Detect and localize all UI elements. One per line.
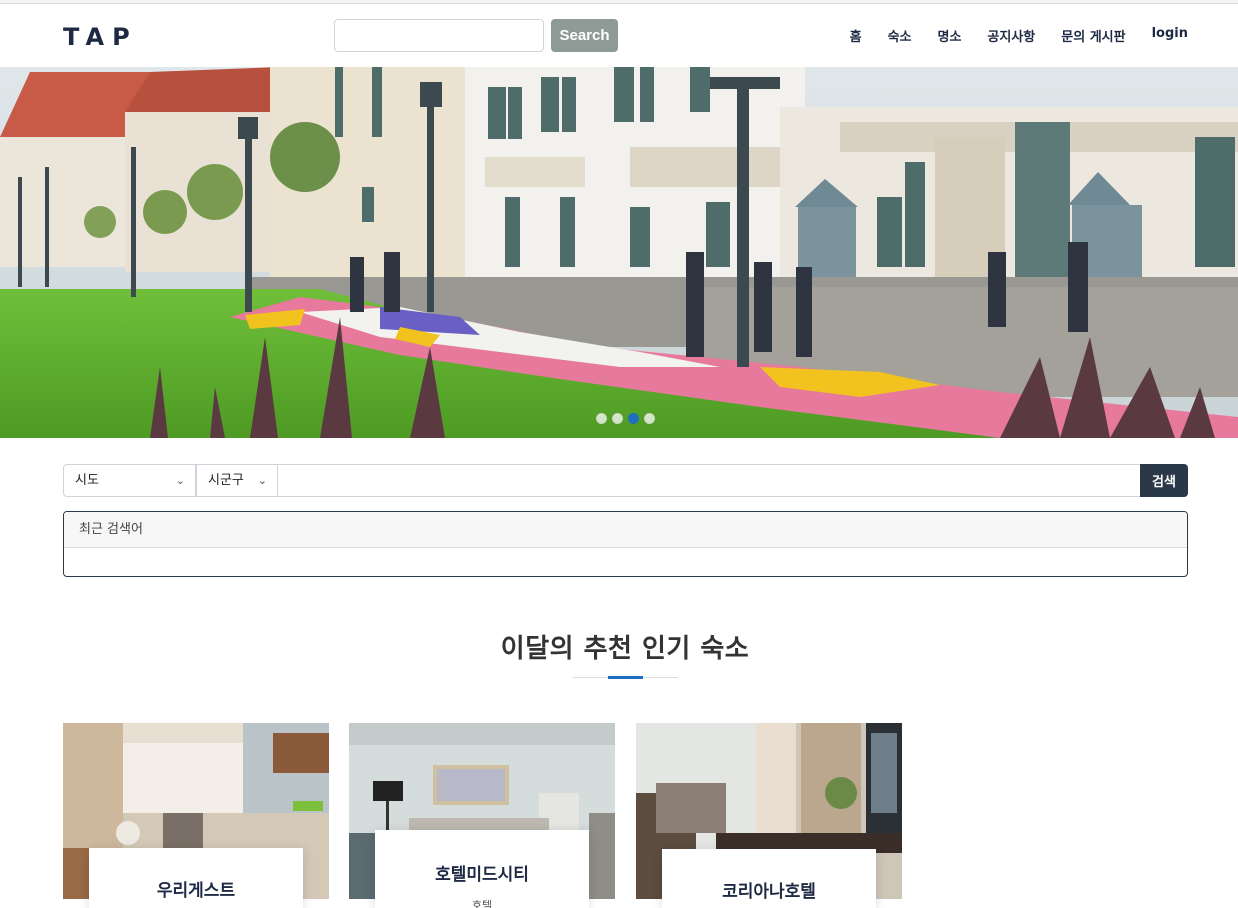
main-nav: 홈 숙소 명소 공지사항 문의 게시판 login: [824, 26, 1188, 45]
recent-searches-panel: 최근 검색어: [63, 511, 1188, 577]
sido-select-value: 시도: [75, 473, 99, 488]
lodging-type: 호텔: [471, 899, 493, 908]
header-search-button[interactable]: Search: [551, 19, 618, 52]
site-header: TAP Search 홈 숙소 명소 공지사항 문의 게시판 login: [0, 4, 1238, 67]
nav-attractions[interactable]: 명소: [938, 26, 962, 45]
site-logo[interactable]: TAP: [63, 23, 138, 51]
lodging-card-1-label: 우리게스트: [89, 848, 303, 908]
lodging-name: 우리게스트: [156, 881, 236, 901]
section-title: 이달의 추천 인기 숙소: [500, 634, 750, 664]
carousel-dot-2[interactable]: [612, 413, 623, 424]
lodging-card-3[interactable]: 코리아나호텔: [636, 723, 902, 908]
nav-home[interactable]: 홈: [850, 26, 862, 45]
lodging-name: 코리아나호텔: [722, 882, 816, 902]
hero-image: [0, 67, 1238, 438]
header-search-input[interactable]: [334, 19, 544, 52]
nav-lodging[interactable]: 숙소: [888, 26, 912, 45]
sigungu-select[interactable]: 시군구 ⌄: [196, 464, 278, 497]
keyword-input[interactable]: [278, 464, 1141, 497]
lodging-name: 호텔미드시티: [435, 865, 529, 885]
lodging-card-1[interactable]: 우리게스트: [63, 723, 329, 908]
carousel-indicators: [596, 413, 655, 424]
chevron-down-icon: ⌄: [175, 474, 185, 487]
recent-searches-title: 최근 검색어: [64, 512, 1187, 548]
keyword-search-button[interactable]: 검색: [1140, 464, 1188, 497]
carousel-dot-1[interactable]: [596, 413, 607, 424]
hero-carousel[interactable]: [0, 67, 1238, 438]
sigungu-select-value: 시군구: [208, 473, 244, 488]
lodging-card-2-label: 호텔미드시티 호텔: [375, 830, 589, 908]
nav-notices[interactable]: 공지사항: [987, 26, 1035, 45]
carousel-dot-3-active[interactable]: [628, 413, 639, 424]
nav-inquiry-board[interactable]: 문의 게시판: [1061, 26, 1125, 45]
lodging-card-2[interactable]: 호텔미드시티 호텔: [349, 723, 615, 908]
sido-select[interactable]: 시도 ⌄: [63, 464, 196, 497]
chevron-down-icon: ⌄: [257, 474, 267, 487]
lodging-card-3-label: 코리아나호텔: [662, 849, 876, 908]
nav-login[interactable]: login: [1152, 26, 1188, 45]
carousel-dot-4[interactable]: [644, 413, 655, 424]
section-divider-accent: [608, 676, 643, 679]
